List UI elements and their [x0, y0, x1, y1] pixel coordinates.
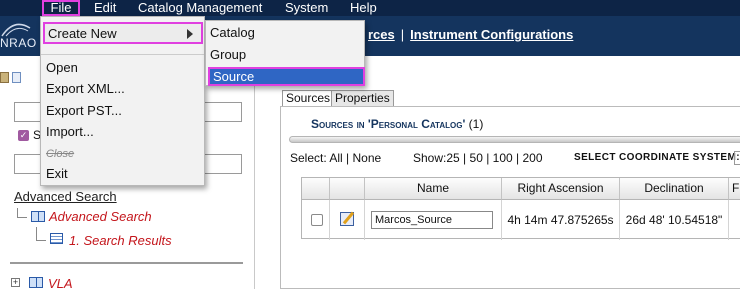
header-select-col: [302, 178, 330, 200]
logo-dish-icon: [1, 23, 31, 37]
submenu-item-source[interactable]: Source: [208, 67, 365, 86]
menu-item-create-new[interactable]: Create New: [43, 22, 203, 44]
menu-bar: File Edit Catalog Management System Help: [0, 0, 740, 16]
expand-icon[interactable]: +: [11, 278, 20, 287]
header-nav: rces | Instrument Configurations: [368, 27, 573, 42]
tree-item-search-results[interactable]: 1. Search Results: [69, 233, 172, 248]
book-icon: [31, 211, 45, 222]
create-new-label: Create New: [48, 26, 117, 41]
panel-title-text: Sources in 'Personal Catalog': [311, 117, 466, 131]
row-checkbox[interactable]: [311, 214, 323, 226]
show-200-option[interactable]: 200: [523, 151, 543, 165]
menu-item-close: Close: [46, 148, 75, 160]
select-separator: |: [346, 151, 350, 165]
menu-system[interactable]: System: [285, 0, 328, 16]
copy-icon[interactable]: [12, 72, 21, 83]
submenu-arrow-icon: [187, 29, 193, 39]
select-none-link[interactable]: None: [353, 151, 382, 165]
menu-item-import[interactable]: Import...: [46, 124, 94, 139]
show-25-option[interactable]: 25: [446, 151, 459, 165]
tab-properties[interactable]: Properties: [331, 90, 394, 107]
panel-title: Sources in 'Personal Catalog' (1): [311, 117, 483, 131]
advanced-search-link[interactable]: Advanced Search: [14, 189, 117, 204]
row-ra-cell: 4h 14m 47.875265s: [502, 200, 620, 240]
header-right-ascension[interactable]: Right Ascension: [502, 178, 620, 200]
header-edit-col: [330, 178, 365, 200]
menu-catalog-management[interactable]: Catalog Management: [138, 0, 262, 16]
sources-panel: Sources in 'Personal Catalog' (1) Select…: [280, 106, 740, 289]
select-controls: Select: All | None: [290, 151, 381, 165]
menu-file[interactable]: File: [42, 0, 80, 16]
show-controls: Show:25 | 50 | 100 | 200: [413, 151, 543, 165]
sidebar-toolbar: [0, 70, 30, 88]
row-flux-cell: [729, 200, 740, 240]
menu-item-open[interactable]: Open: [46, 60, 78, 75]
show-label: Show:: [413, 151, 447, 165]
show-100-option[interactable]: 100: [493, 151, 513, 165]
sources-table: Name Right Ascension Declination Fl Marc…: [301, 177, 740, 240]
tree-item-advanced-search[interactable]: Advanced Search: [49, 209, 152, 224]
nrao-logo: NRAO: [0, 16, 42, 56]
row-dec-cell: 26d 48' 10.54518": [620, 200, 729, 240]
menu-item-export-pst[interactable]: Export PST...: [46, 103, 122, 118]
select-label: Select:: [290, 151, 327, 165]
menu-help[interactable]: Help: [350, 0, 377, 16]
sidebar-divider: [10, 262, 243, 264]
panel-count: (1): [468, 117, 484, 131]
tree-item-vla[interactable]: VLA: [48, 276, 73, 289]
source-name-input[interactable]: Marcos_Source: [371, 211, 493, 229]
panel-scrollbar[interactable]: [289, 136, 740, 143]
submenu-item-group[interactable]: Group: [210, 47, 246, 62]
menu-separator: [41, 54, 204, 55]
header-name[interactable]: Name: [365, 178, 502, 200]
nav-sources-link[interactable]: rces: [368, 27, 395, 42]
menu-edit[interactable]: Edit: [94, 0, 116, 16]
menu-item-export-xml[interactable]: Export XML...: [46, 81, 125, 96]
show-50-option[interactable]: 50: [470, 151, 483, 165]
row-name-cell: Marcos_Source: [365, 200, 502, 240]
header-flux[interactable]: Fl: [729, 178, 740, 200]
coordinate-system-select[interactable]: [734, 151, 740, 165]
menu-item-exit[interactable]: Exit: [46, 166, 68, 181]
tree-connector: [36, 227, 46, 241]
logo-text: NRAO: [0, 36, 37, 50]
submenu-item-catalog[interactable]: Catalog: [210, 25, 255, 40]
sidebar-checkbox[interactable]: ✓: [18, 130, 29, 141]
scissors-icon[interactable]: [0, 72, 9, 83]
header-declination[interactable]: Declination: [620, 178, 729, 200]
row-edit-cell: [330, 200, 365, 240]
book-icon: [29, 277, 43, 288]
coordinate-system-label: SELECT COORDINATE SYSTEM:: [574, 152, 740, 163]
row-select-cell: [302, 200, 330, 240]
select-all-link[interactable]: All: [329, 151, 342, 165]
nav-instrument-configurations-link[interactable]: Instrument Configurations: [410, 27, 573, 42]
table-icon: [50, 233, 63, 244]
edit-pencil-icon[interactable]: [340, 212, 354, 226]
tree-connector: [17, 208, 27, 218]
file-menu-dropdown: Create New Open Export XML... Export PST…: [40, 16, 205, 186]
nav-separator: |: [400, 27, 405, 42]
tab-sources[interactable]: Sources: [282, 90, 335, 107]
create-new-submenu: Catalog Group Source: [205, 20, 365, 86]
